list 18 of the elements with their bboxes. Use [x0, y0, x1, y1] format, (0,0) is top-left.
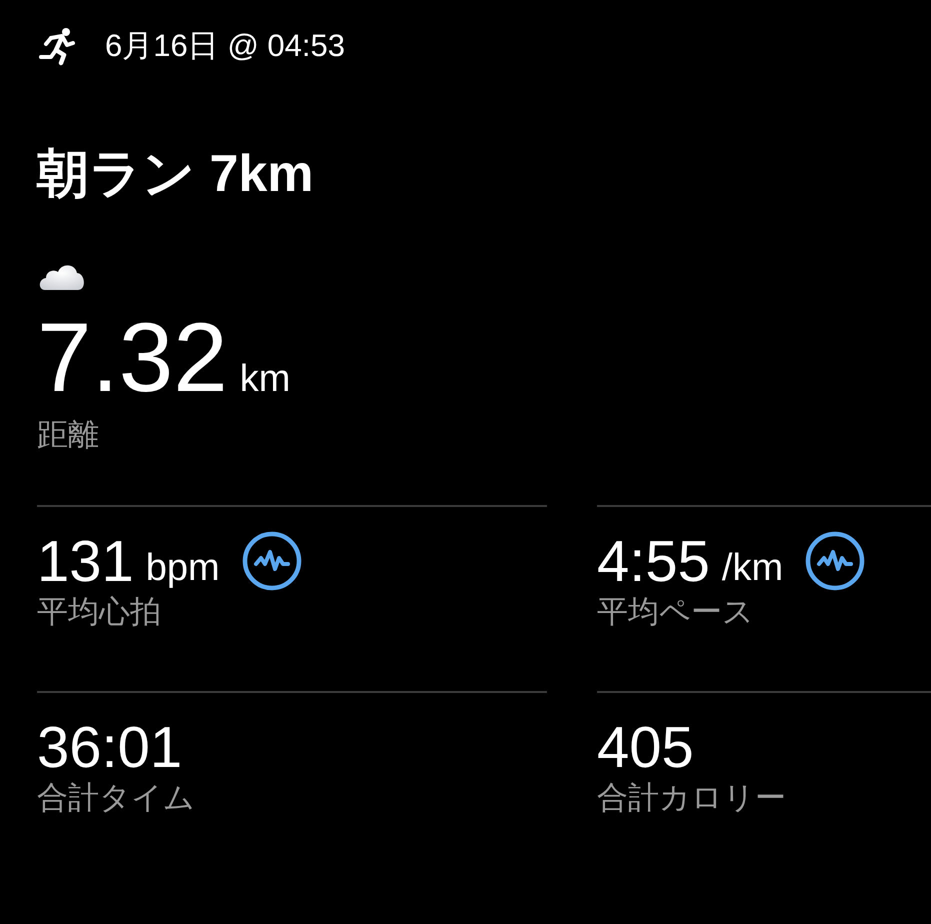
distance-unit: km	[240, 360, 290, 398]
stat-value: 36:01	[37, 714, 182, 781]
stat-label: 平均心拍	[37, 593, 162, 630]
stat-value: 131	[37, 528, 134, 595]
stat-value: 405	[597, 714, 694, 781]
distance-value: 7.32	[37, 308, 228, 406]
stat-value: 4:55	[597, 528, 710, 595]
heart-rate-icon[interactable]	[242, 531, 302, 592]
heart-rate-icon[interactable]	[805, 531, 866, 592]
stat-unit: /km	[722, 546, 784, 590]
stat-label: 合計カロリー	[597, 779, 787, 816]
stat-label: 平均ペース	[597, 593, 755, 630]
activity-title: 朝ラン 7km	[37, 148, 315, 200]
activity-date: 6月16日 @ 04:53	[105, 27, 345, 65]
stat-unit: bpm	[146, 546, 220, 590]
distance-label: 距離	[37, 416, 100, 454]
runner-icon	[37, 26, 77, 66]
stat-label: 合計タイム	[37, 779, 196, 816]
